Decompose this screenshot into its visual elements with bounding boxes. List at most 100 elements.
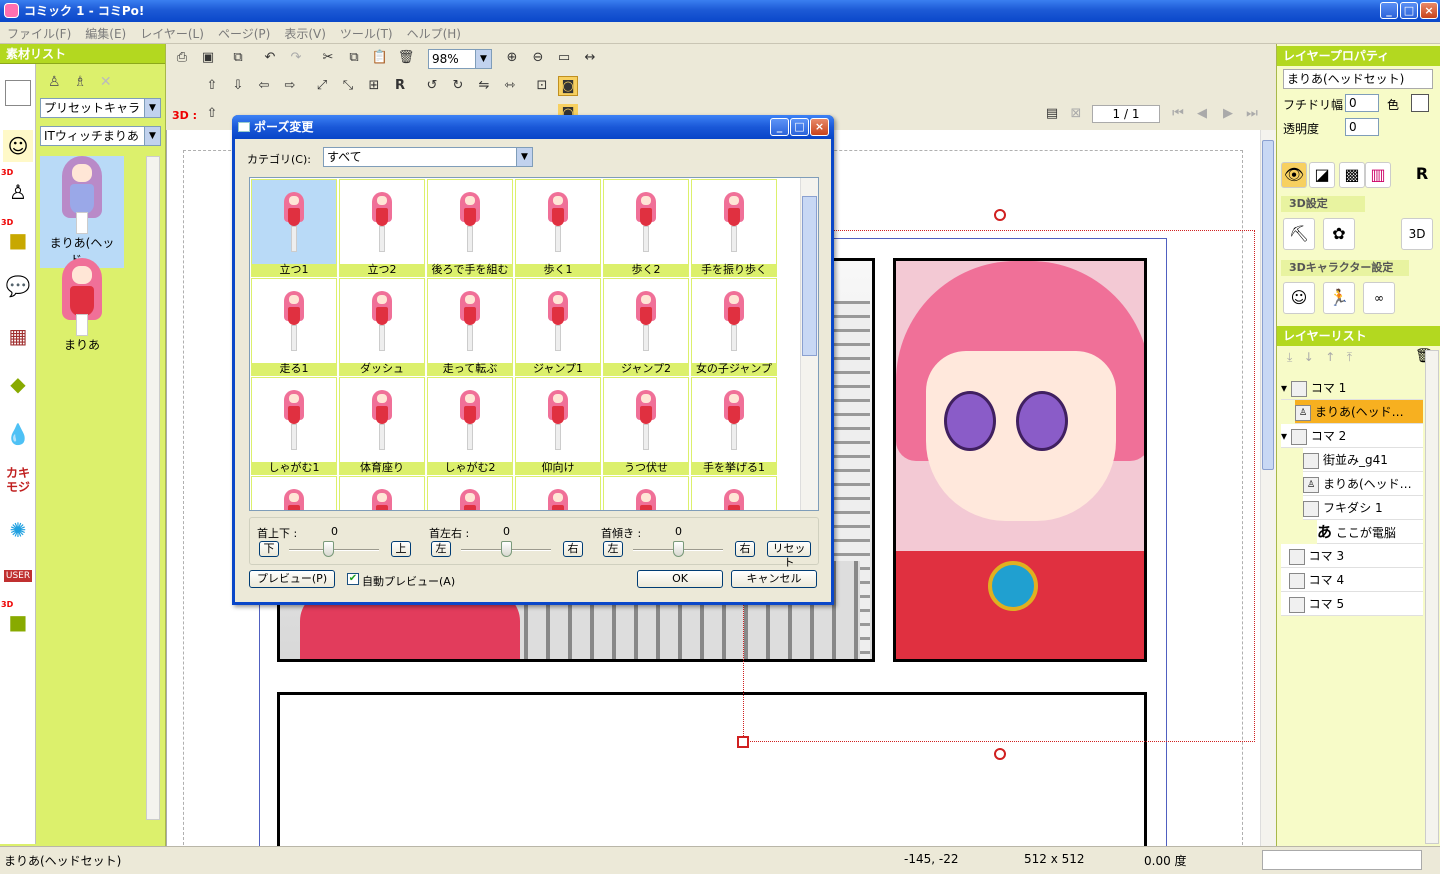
pose-tile[interactable]: 仰向け xyxy=(515,377,601,475)
redo-icon[interactable]: ↷ xyxy=(286,48,306,68)
mirror-icon[interactable]: ⇿ xyxy=(500,76,520,96)
reset-r-icon[interactable]: R xyxy=(390,76,410,96)
menu-edit[interactable]: 編集(E) xyxy=(78,22,133,45)
rotate-handle[interactable] xyxy=(994,748,1006,760)
layer-row[interactable]: ▾ コマ 1 xyxy=(1281,376,1423,400)
dialog-minimize-button[interactable]: _ xyxy=(770,118,789,136)
menu-page[interactable]: ページ(P) xyxy=(211,22,277,45)
chevron-down-icon[interactable]: ▼ xyxy=(475,50,491,68)
border-width-input[interactable]: 0 xyxy=(1345,94,1379,112)
delete-page-icon[interactable]: ⊠ xyxy=(1066,104,1086,124)
opacity-input[interactable]: 0 xyxy=(1345,118,1379,136)
scroll-thumb[interactable] xyxy=(1262,140,1274,470)
costume-icon[interactable]: ∞ xyxy=(1363,282,1395,314)
neck-tilt-right-button[interactable]: 右 xyxy=(735,541,755,557)
rotate-right-icon[interactable]: ↻ xyxy=(448,76,468,96)
move-down-icon[interactable]: ⇩ xyxy=(228,76,248,96)
lock-icon[interactable]: ⊡ xyxy=(532,76,552,96)
item-icon[interactable]: ◆ xyxy=(3,368,33,400)
face-expression-icon[interactable]: ☺ xyxy=(1283,282,1315,314)
move-up-icon[interactable]: ↑ xyxy=(1325,350,1335,364)
chevron-down-icon[interactable]: ▼ xyxy=(144,99,160,117)
material-scrollbar[interactable] xyxy=(146,156,160,820)
layer-row[interactable]: あ ここが電脳 xyxy=(1317,520,1423,544)
pose-tile[interactable] xyxy=(603,476,689,510)
color-gradient-icon[interactable]: ▥ xyxy=(1365,162,1391,188)
copy-page-icon[interactable]: ⧉ xyxy=(228,48,248,68)
menu-tools[interactable]: ツール(T) xyxy=(333,22,400,45)
move-right-icon[interactable]: ⇨ xyxy=(280,76,300,96)
pose-tile[interactable]: ダッシュ xyxy=(339,278,425,376)
dialog-close-button[interactable]: × xyxy=(810,118,829,136)
undo-icon[interactable]: ↶ xyxy=(260,48,280,68)
neck-down-button[interactable]: 下 xyxy=(259,541,279,557)
layer-row[interactable]: ♙ まりあ(ヘッド… xyxy=(1303,472,1423,496)
menu-view[interactable]: 表示(V) xyxy=(277,22,333,45)
eye-icon[interactable]: 👁 xyxy=(1281,162,1307,188)
prev-page-icon[interactable]: ◀ xyxy=(1192,104,1212,124)
fit-page-icon[interactable]: ▭ xyxy=(554,48,574,68)
color-swatch[interactable] xyxy=(1411,94,1429,112)
ok-button[interactable]: OK xyxy=(637,570,723,588)
user-3d-icon[interactable]: ■ xyxy=(3,606,33,638)
3d-mode-icon[interactable]: 3D xyxy=(1401,218,1433,250)
pose-tile[interactable]: しゃがむ1 xyxy=(251,377,337,475)
dialog-maximize-button[interactable]: □ xyxy=(790,118,809,136)
neck-left-button[interactable]: 左 xyxy=(431,541,451,557)
pose-tile[interactable]: ジャンプ1 xyxy=(515,278,601,376)
layer-row-selected[interactable]: ♙ まりあ(ヘッド… xyxy=(1295,400,1423,424)
expand-icon[interactable]: ⤢ xyxy=(312,76,332,96)
zoom-select[interactable]: 98% ▼ xyxy=(428,49,492,69)
chevron-down-icon[interactable]: ▼ xyxy=(516,148,532,166)
frame-icon[interactable] xyxy=(5,80,31,106)
neck-right-button[interactable]: 右 xyxy=(563,541,583,557)
character-select[interactable]: ITウィッチまりあ ▼ xyxy=(40,126,161,146)
background-icon[interactable]: ▦ xyxy=(3,320,33,352)
delete-icon[interactable]: 🗑 xyxy=(396,48,416,68)
pose-tile[interactable] xyxy=(427,476,513,510)
pose-tile[interactable]: 歩く2 xyxy=(603,179,689,277)
status-input[interactable] xyxy=(1262,850,1422,870)
layer-row[interactable]: フキダシ 1 xyxy=(1303,496,1423,520)
next-page-icon[interactable]: ▶ xyxy=(1218,104,1238,124)
pose-tile[interactable]: うつ伏せ xyxy=(603,377,689,475)
auto-preview-checkbox[interactable]: ✔ xyxy=(347,573,359,585)
user-material-icon[interactable]: USER xyxy=(3,560,33,592)
pose-grid-scrollbar[interactable] xyxy=(800,178,818,510)
pose-tile[interactable]: 歩く1 xyxy=(515,179,601,277)
pose-tile[interactable]: 立つ2 xyxy=(339,179,425,277)
menu-help[interactable]: ヘルプ(H) xyxy=(400,22,468,45)
reset-r-icon[interactable]: R xyxy=(1409,162,1435,188)
transparency-icon[interactable]: ▩ xyxy=(1339,162,1365,188)
neck-tilt-left-button[interactable]: 左 xyxy=(603,541,623,557)
pose-tile[interactable]: ジャンプ2 xyxy=(603,278,689,376)
layer-row[interactable]: コマ 5 xyxy=(1281,592,1423,616)
neck-updown-thumb[interactable] xyxy=(323,541,334,557)
paste-icon[interactable]: 📋 xyxy=(370,48,390,68)
reset-button[interactable]: リセット xyxy=(767,541,811,569)
neck-tilt-thumb[interactable] xyxy=(673,541,684,557)
effect-drop-icon[interactable]: 💧 xyxy=(3,418,33,450)
cancel-button[interactable]: キャンセル xyxy=(731,570,817,588)
pose-tile[interactable]: 体育座り xyxy=(339,377,425,475)
rotate-left-icon[interactable]: ↺ xyxy=(422,76,442,96)
zoom-out-icon[interactable]: ⊖ xyxy=(528,48,548,68)
pose-tile[interactable]: 手を振り歩く xyxy=(691,179,777,277)
category-select[interactable]: すべて ▼ xyxy=(323,147,533,167)
chevron-down-icon[interactable]: ▼ xyxy=(144,127,160,145)
first-page-icon[interactable]: ⏮ xyxy=(1168,104,1188,124)
pose-tile[interactable] xyxy=(691,476,777,510)
pose-tile[interactable]: 走って転ぶ xyxy=(427,278,513,376)
shrink-icon[interactable]: ⤡ xyxy=(338,76,358,96)
material-item[interactable]: まりあ(ヘッド… xyxy=(40,156,124,268)
camera-up-icon[interactable]: ⇧ xyxy=(202,104,222,124)
pose-tile[interactable]: 立つ1 xyxy=(251,179,337,277)
object-3d-icon[interactable]: ■ xyxy=(3,224,33,256)
pose-tile[interactable]: 走る1 xyxy=(251,278,337,376)
fit-icon[interactable]: ⊞ xyxy=(364,76,384,96)
neck-leftright-thumb[interactable] xyxy=(501,541,512,557)
expand-arrow-icon[interactable]: ▾ xyxy=(1281,429,1287,443)
layer-row[interactable]: コマ 3 xyxy=(1281,544,1423,568)
pose-tile[interactable] xyxy=(515,476,601,510)
copy-icon[interactable]: ⧉ xyxy=(344,48,364,68)
